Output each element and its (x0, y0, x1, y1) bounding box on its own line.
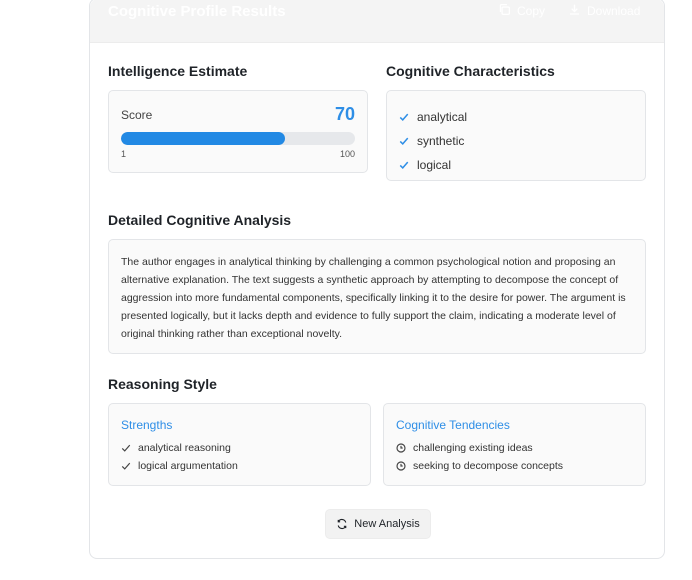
copy-label: Copy (517, 4, 546, 18)
score-value: 70 (334, 104, 355, 124)
characteristic-label: synthetic (417, 134, 465, 148)
characteristics-panel: analytical synthetic logical (386, 90, 646, 181)
tendencies-title: Cognitive Tendencies (396, 418, 510, 432)
list-item: logical argumentation (121, 457, 238, 475)
copy-icon (498, 3, 511, 19)
list-item: synthetic (399, 129, 467, 153)
check-icon (399, 136, 409, 146)
page-title: Cognitive Profile Results (108, 3, 286, 20)
new-analysis-label: New Analysis (354, 518, 420, 530)
list-item: challenging existing ideas (396, 439, 563, 457)
characteristic-label: logical (417, 158, 452, 172)
tendency-label: seeking to decompose concepts (413, 460, 564, 472)
list-item: analytical reasoning (121, 439, 238, 457)
download-button[interactable]: Download (568, 3, 640, 19)
refresh-icon (336, 518, 348, 530)
list-item: seeking to decompose concepts (396, 457, 563, 475)
strengths-title: Strengths (121, 418, 173, 432)
characteristics-title: Cognitive Characteristics (386, 63, 555, 79)
score-bar (121, 132, 355, 145)
clock-icon (396, 443, 406, 453)
new-analysis-button[interactable]: New Analysis (325, 509, 431, 539)
tendencies-list: challenging existing ideas seeking to de… (396, 439, 563, 475)
strength-label: analytical reasoning (138, 442, 231, 454)
download-icon (568, 3, 581, 19)
strengths-list: analytical reasoning logical argumentati… (121, 439, 238, 475)
clock-icon (396, 461, 406, 471)
strength-label: logical argumentation (138, 460, 238, 472)
reasoning-title: Reasoning Style (108, 376, 217, 392)
strengths-panel: Strengths analytical reasoning logical a… (108, 403, 371, 486)
check-icon (121, 443, 131, 453)
check-icon (399, 160, 409, 170)
results-card: Cognitive Profile Results Copy Download … (89, 0, 665, 559)
score-bar-fill (121, 132, 285, 145)
list-item: analytical (399, 105, 467, 129)
check-icon (399, 112, 409, 122)
tendencies-panel: Cognitive Tendencies challenging existin… (383, 403, 646, 486)
intelligence-title: Intelligence Estimate (108, 63, 248, 79)
score-label: Score (121, 108, 153, 122)
analysis-text: The author engages in analytical thinkin… (121, 256, 626, 340)
check-icon (121, 461, 131, 471)
tendency-label: challenging existing ideas (413, 442, 533, 454)
characteristic-label: analytical (417, 110, 468, 124)
score-panel: Score 70 1 100 (108, 90, 368, 173)
list-item: logical (399, 153, 467, 177)
score-max: 100 (339, 149, 355, 159)
score-min: 1 (121, 149, 127, 159)
characteristics-list: analytical synthetic logical (399, 105, 467, 177)
download-label: Download (587, 4, 641, 18)
analysis-title: Detailed Cognitive Analysis (108, 212, 292, 228)
results-header: Cognitive Profile Results Copy Download (90, 0, 664, 43)
copy-button[interactable]: Copy (498, 3, 545, 19)
analysis-panel: The author engages in analytical thinkin… (108, 239, 646, 354)
